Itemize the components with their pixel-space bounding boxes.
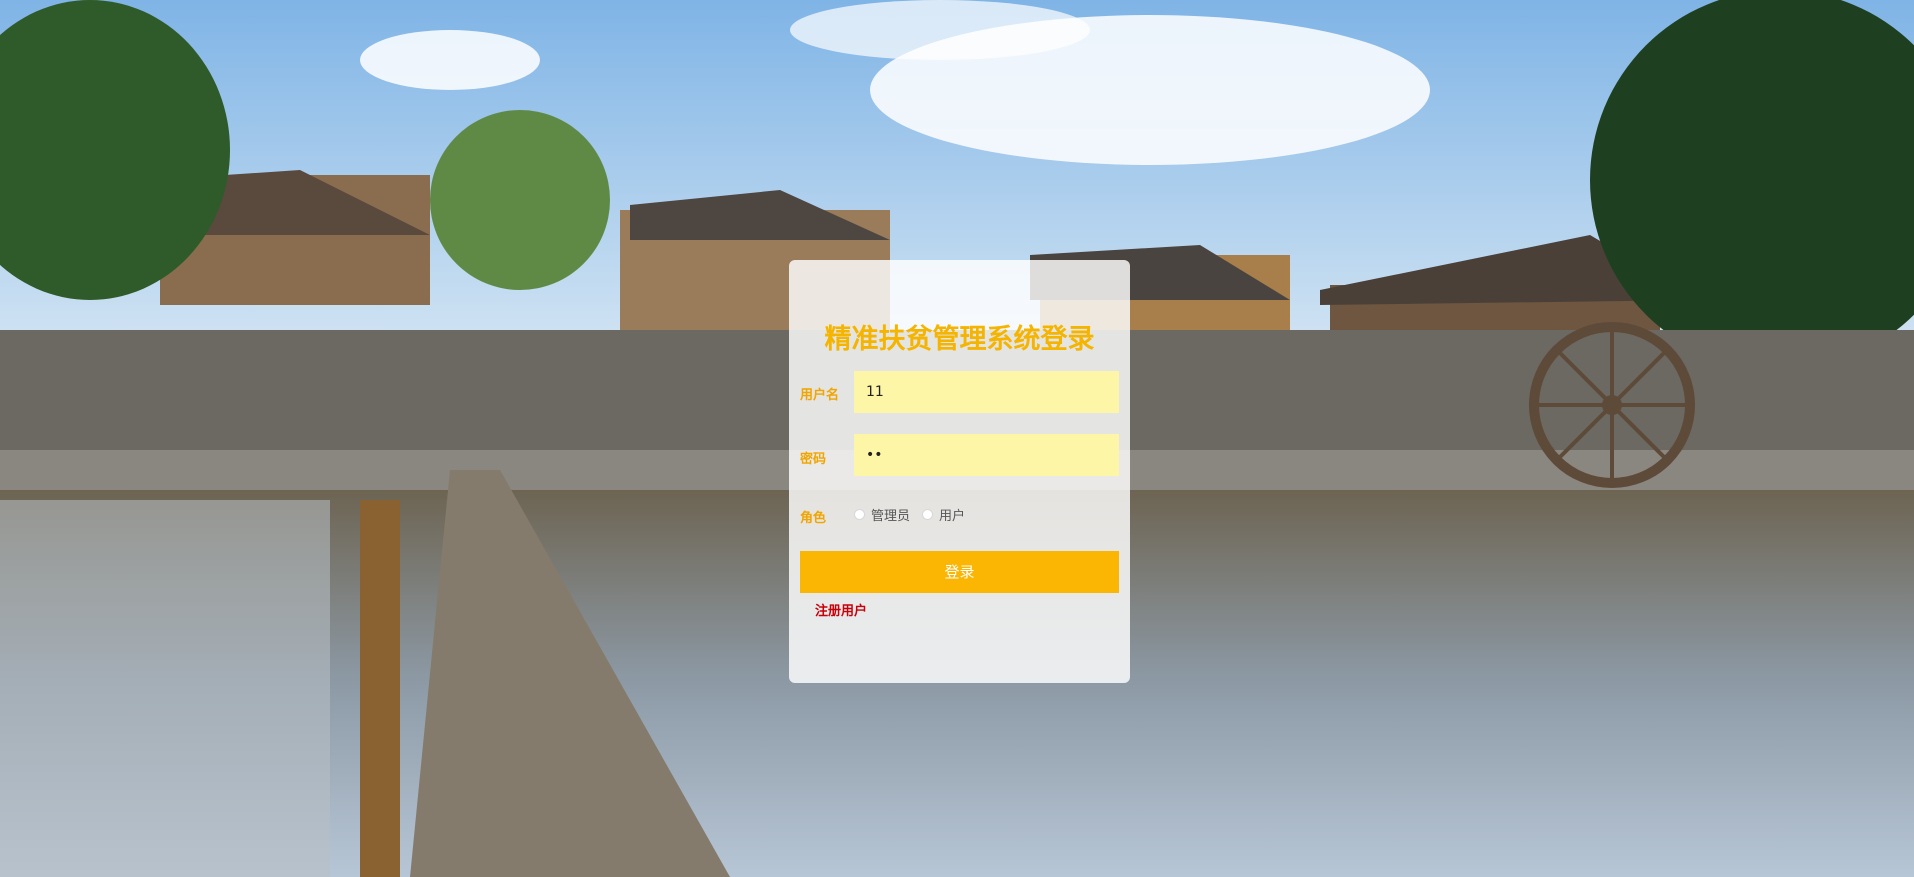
login-button[interactable]: 登录 [800, 551, 1119, 593]
role-radio-user[interactable] [922, 509, 934, 520]
password-input[interactable]: •• [854, 434, 1119, 476]
role-radio-admin[interactable] [854, 509, 865, 520]
role-label: 角色 [800, 511, 827, 526]
login-card: 精准扶贫管理系统登录 用户名 11 密码 •• 角色 管理员 用户 登录 注册用… [789, 260, 1130, 683]
password-label: 密码 [800, 452, 827, 467]
username-input[interactable]: 11 [854, 371, 1119, 413]
username-label: 用户名 [800, 388, 840, 403]
role-option-user-label: 用户 [939, 509, 966, 524]
login-title: 精准扶贫管理系统登录 [824, 324, 1095, 355]
role-option-admin-label: 管理员 [871, 509, 911, 524]
register-link[interactable]: 注册用户 [815, 600, 867, 619]
role-radio-group: 管理员 用户 [854, 505, 977, 524]
